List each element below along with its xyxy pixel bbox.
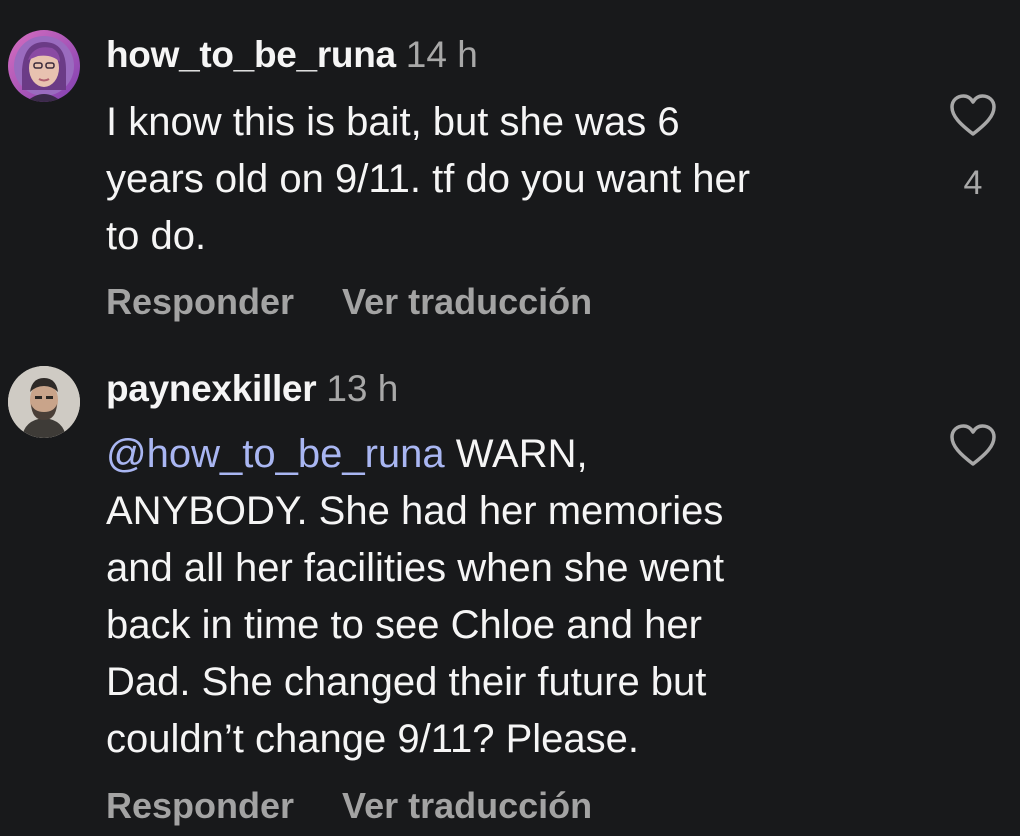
heart-outline-icon xyxy=(950,424,996,466)
comment-line: Dad. She changed their future but xyxy=(106,660,707,704)
comment-line: to do. xyxy=(106,214,207,258)
reply-button[interactable]: Responder xyxy=(106,281,294,322)
username[interactable]: how_to_be_runa xyxy=(106,34,396,75)
comment-header: paynexkiller 13 h xyxy=(106,366,398,412)
comment-line: couldn’t change 9/11? Please. xyxy=(106,717,639,761)
avatar-image xyxy=(8,366,80,438)
translate-button[interactable]: Ver traducción xyxy=(342,281,592,322)
comment-line: @how_to_be_runa WARN, xyxy=(106,426,724,483)
like-button[interactable] xyxy=(948,92,998,138)
comment-text: @how_to_be_runa WARN, ANYBODY. She had h… xyxy=(106,426,724,768)
timestamp: 14 h xyxy=(405,34,478,75)
comment-line: ANYBODY. She had her memories xyxy=(106,489,724,533)
timestamp: 13 h xyxy=(326,368,399,409)
translate-button[interactable]: Ver traducción xyxy=(342,785,592,826)
comment-line: years old on 9/11. tf do you want her xyxy=(106,157,751,201)
comment-text: I know this is bait, but she was 6 years… xyxy=(106,94,750,265)
reply-button[interactable]: Responder xyxy=(106,785,294,826)
avatar[interactable] xyxy=(8,366,80,438)
comment-line-rest: WARN, xyxy=(444,432,588,476)
comment-header: how_to_be_runa 14 h xyxy=(106,32,478,78)
avatar-image xyxy=(8,30,80,102)
heart-outline-icon xyxy=(950,94,996,136)
avatar[interactable] xyxy=(8,30,80,102)
comment-line: I know this is bait, but she was 6 xyxy=(106,100,680,144)
comment-line: back in time to see Chloe and her xyxy=(106,603,702,647)
mention-link[interactable]: @how_to_be_runa xyxy=(106,432,445,476)
like-button[interactable] xyxy=(948,422,998,468)
comment-line: and all her facilities when she went xyxy=(106,546,725,590)
comment-actions: Responder Ver traducción xyxy=(106,280,592,324)
username[interactable]: paynexkiller xyxy=(106,368,317,409)
comment-actions: Responder Ver traducción xyxy=(106,784,592,828)
like-count: 4 xyxy=(963,164,983,202)
